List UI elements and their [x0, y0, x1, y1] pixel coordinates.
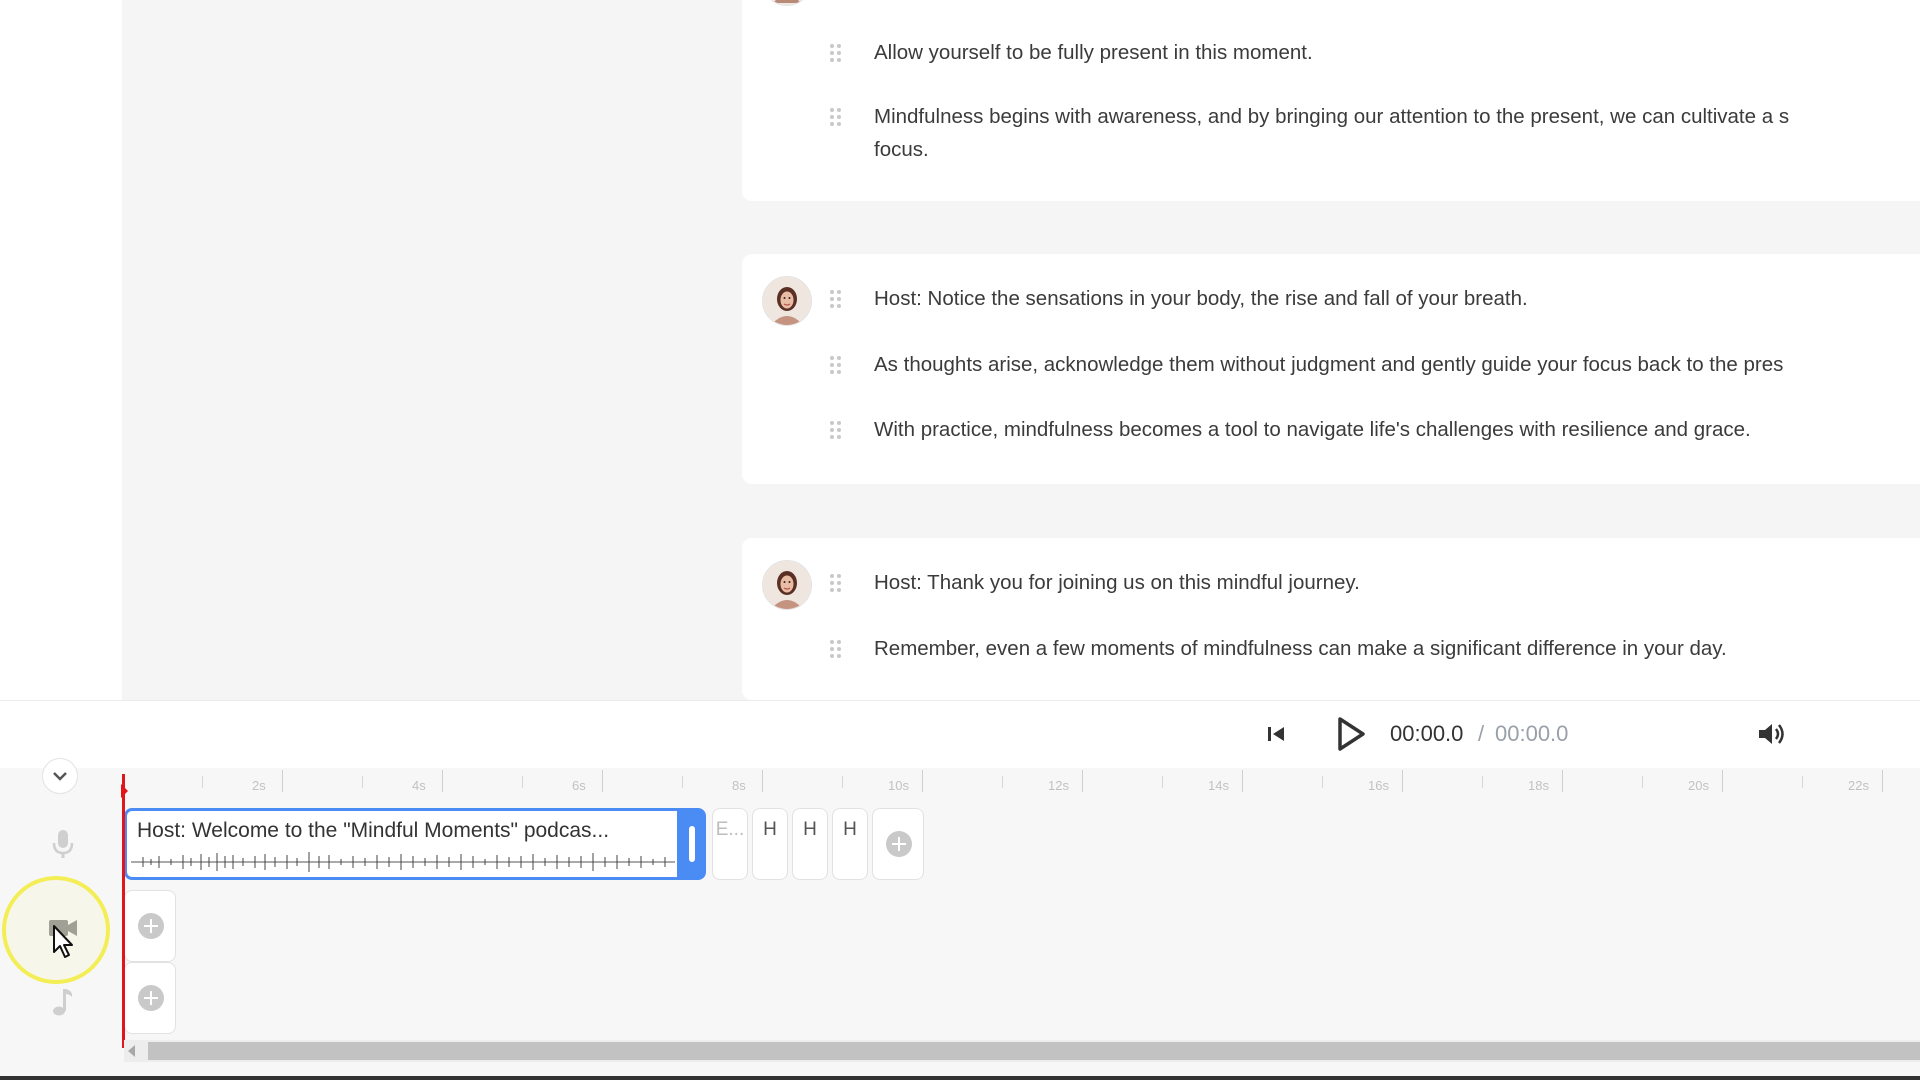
- voice-track: Host: Welcome to the "Mindful Moments" p…: [124, 808, 1920, 880]
- audio-clip[interactable]: H: [832, 808, 868, 880]
- transcript-line[interactable]: With practice, mindfulness becomes a too…: [874, 413, 1751, 446]
- timeline: 2s 4s 6s 8s 10s 12s 14s 16s 18s 20s 22s: [0, 758, 1920, 1080]
- audio-clip[interactable]: H: [752, 808, 788, 880]
- ruler-label: 22s: [1848, 778, 1869, 793]
- transcript-line[interactable]: Allow yourself to be fully present in th…: [874, 36, 1313, 69]
- player-bar: 00:00.0 / 00:00.0: [0, 700, 1920, 769]
- drag-handle-icon[interactable]: [830, 356, 844, 376]
- time-ruler[interactable]: 2s 4s 6s 8s 10s 12s 14s 16s 18s 20s 22s: [124, 768, 1920, 798]
- ruler-label: 14s: [1208, 778, 1229, 793]
- ruler-label: 16s: [1368, 778, 1389, 793]
- timeline-scrollbar[interactable]: [124, 1040, 1920, 1062]
- transcript-line[interactable]: Remember, even a few moments of mindfuln…: [874, 632, 1727, 665]
- skip-to-start-icon[interactable]: [1264, 722, 1288, 746]
- ruler-label: 8s: [732, 778, 746, 793]
- video-track: [124, 890, 1920, 962]
- ruler-label: 10s: [888, 778, 909, 793]
- transcript-line-continued[interactable]: focus.: [874, 133, 929, 166]
- window-bottom-edge: [0, 1076, 1920, 1080]
- add-circle-icon: [138, 985, 164, 1011]
- total-time: 00:00.0: [1495, 721, 1569, 746]
- transcript-line[interactable]: Host: Thank you for joining us on this m…: [874, 566, 1360, 599]
- waveform: [131, 852, 675, 872]
- drag-handle-icon[interactable]: [830, 44, 844, 64]
- microphone-icon[interactable]: [48, 828, 78, 860]
- ruler-label: 18s: [1528, 778, 1549, 793]
- speaker-avatar[interactable]: [762, 0, 812, 6]
- volume-icon[interactable]: [1756, 720, 1786, 748]
- drag-handle-icon[interactable]: [830, 640, 844, 660]
- drag-handle-icon[interactable]: [830, 421, 844, 441]
- ruler-label: 4s: [412, 778, 426, 793]
- scrollbar-thumb[interactable]: [148, 1042, 1920, 1060]
- add-circle-icon: [138, 913, 164, 939]
- audio-clip[interactable]: H: [792, 808, 828, 880]
- add-video-clip-button[interactable]: [124, 890, 176, 962]
- drag-handle-icon[interactable]: [830, 108, 844, 128]
- transcript-line[interactable]: As thoughts arise, acknowledge them with…: [874, 348, 1783, 381]
- transcript-line[interactable]: Mindfulness begins with awareness, and b…: [874, 100, 1789, 133]
- clip-title: Host: Welcome to the "Mindful Moments" p…: [137, 819, 610, 842]
- current-time: 00:00.0: [1390, 721, 1464, 746]
- speaker-avatar[interactable]: [762, 560, 812, 610]
- audio-clip-selected[interactable]: Host: Welcome to the "Mindful Moments" p…: [124, 808, 680, 880]
- ruler-label: 6s: [572, 778, 586, 793]
- ruler-label: 2s: [252, 778, 266, 793]
- add-circle-icon: [886, 831, 912, 857]
- time-separator: /: [1478, 721, 1485, 746]
- clip-resize-handle[interactable]: [678, 808, 706, 880]
- scroll-left-arrow-icon[interactable]: [128, 1045, 135, 1057]
- drag-handle-icon[interactable]: [830, 290, 844, 310]
- ruler-label: 20s: [1688, 778, 1709, 793]
- mouse-cursor-icon: [52, 924, 78, 960]
- transcript-block: Host: Thank you for joining us on this m…: [742, 538, 1920, 700]
- music-note-icon[interactable]: [48, 986, 78, 1018]
- play-icon[interactable]: [1330, 714, 1370, 754]
- speaker-avatar[interactable]: [762, 276, 812, 326]
- left-gutter: [0, 0, 122, 700]
- ruler-label: 12s: [1048, 778, 1069, 793]
- drag-handle-icon[interactable]: [830, 574, 844, 594]
- transcript-line[interactable]: Host: Notice the sensations in your body…: [874, 282, 1528, 315]
- add-voice-clip-button[interactable]: [872, 808, 924, 880]
- transcript-block: Allow yourself to be fully present in th…: [742, 0, 1920, 201]
- playhead-marker[interactable]: [121, 784, 128, 798]
- chevron-down-icon[interactable]: [42, 758, 78, 794]
- audio-clip[interactable]: E...: [712, 808, 748, 880]
- music-track: [124, 962, 1920, 1034]
- add-music-clip-button[interactable]: [124, 962, 176, 1034]
- transcript-block: Host: Notice the sensations in your body…: [742, 254, 1920, 484]
- playhead[interactable]: [122, 774, 125, 1048]
